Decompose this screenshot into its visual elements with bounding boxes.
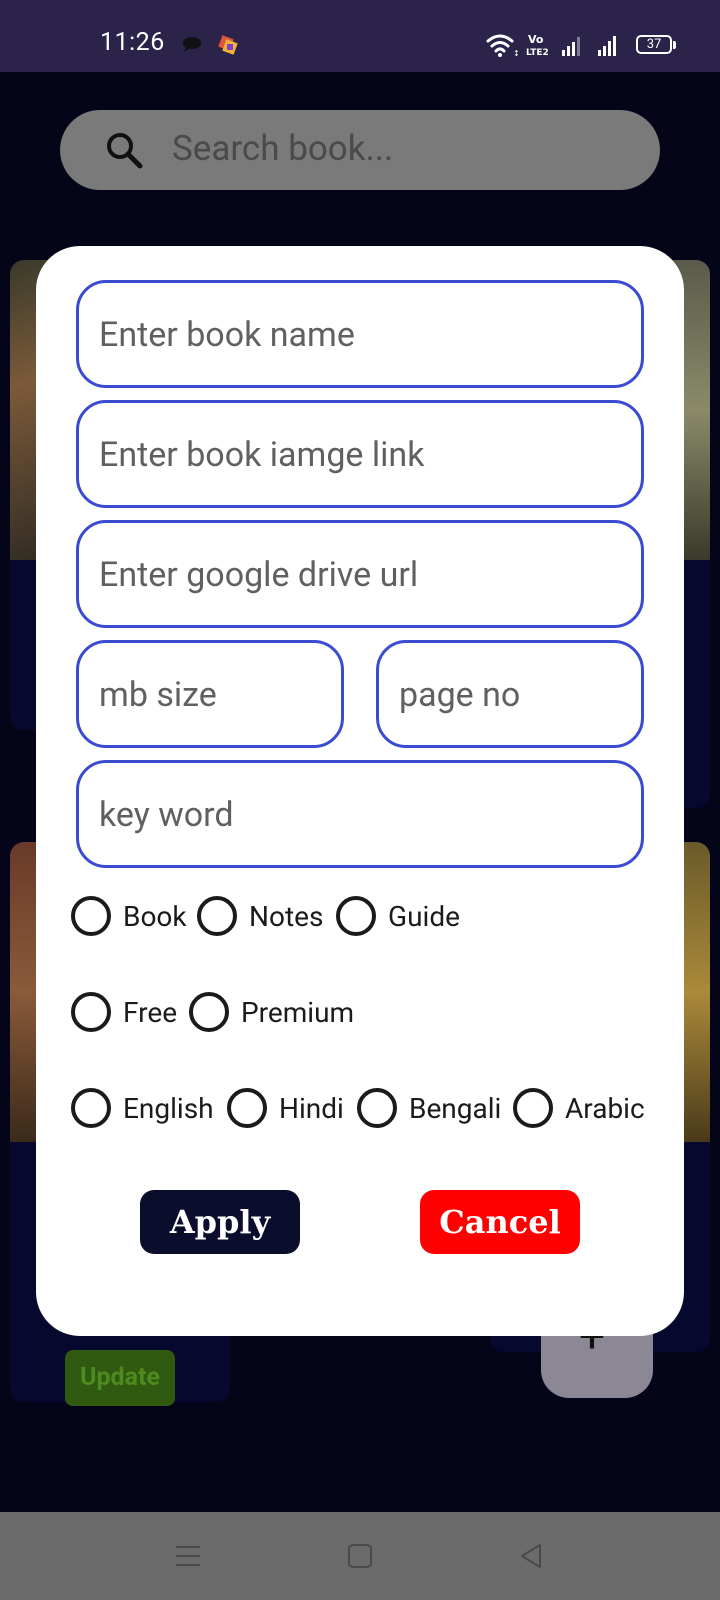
radio-label: Book — [123, 899, 187, 933]
app-notification-icon — [218, 35, 238, 55]
radio-free[interactable]: Free — [71, 988, 177, 1036]
book-name-input[interactable]: Enter book name — [76, 280, 644, 388]
radio-circle — [227, 1088, 267, 1128]
apply-button[interactable]: Apply — [140, 1190, 300, 1254]
volte-icon: Vo LTE2 — [526, 33, 549, 58]
radio-label: Arabic — [565, 1091, 645, 1125]
mb-size-placeholder: mb size — [99, 675, 217, 715]
radio-book[interactable]: Book — [71, 892, 187, 940]
status-bar: 11:26 ↕ Vo LTE2 37 — [0, 0, 720, 72]
radio-label: Guide — [388, 899, 460, 933]
radio-label: Bengali — [409, 1091, 502, 1125]
radio-english[interactable]: English — [71, 1084, 214, 1132]
sync-icon: ↕ — [513, 49, 520, 58]
radio-arabic[interactable]: Arabic — [513, 1084, 645, 1132]
menu-icon[interactable] — [172, 1540, 204, 1572]
svg-text:Vo: Vo — [528, 33, 544, 46]
book-name-placeholder: Enter book name — [99, 315, 355, 355]
page-no-input[interactable]: page no — [376, 640, 644, 748]
add-book-dialog: Enter book name Enter book iamge link En… — [36, 246, 684, 1336]
radio-label: Notes — [249, 899, 324, 933]
radio-circle — [357, 1088, 397, 1128]
drive-url-input[interactable]: Enter google drive url — [76, 520, 644, 628]
svg-text:LTE2: LTE2 — [526, 48, 549, 58]
radio-guide[interactable]: Guide — [336, 892, 460, 940]
key-word-input[interactable]: key word — [76, 760, 644, 868]
radio-label: Premium — [241, 995, 355, 1029]
radio-circle — [336, 896, 376, 936]
radio-notes[interactable]: Notes — [197, 892, 323, 940]
radio-circle — [513, 1088, 553, 1128]
radio-hindi[interactable]: Hindi — [227, 1084, 344, 1132]
system-nav-bar — [0, 1512, 720, 1600]
radio-circle — [197, 896, 237, 936]
search-icon — [107, 133, 143, 169]
update-button[interactable]: Update — [65, 1350, 175, 1406]
radio-circle — [71, 992, 111, 1032]
radio-circle — [71, 1088, 111, 1128]
wifi-icon — [486, 34, 514, 53]
radio-premium[interactable]: Premium — [189, 988, 354, 1036]
radio-label: Free — [123, 995, 178, 1029]
signal-2-icon — [598, 36, 616, 56]
status-time: 11:26 — [100, 28, 165, 57]
home-icon[interactable] — [344, 1540, 376, 1572]
radio-label: English — [123, 1091, 214, 1125]
mb-size-input[interactable]: mb size — [76, 640, 344, 748]
page-no-placeholder: page no — [399, 675, 521, 715]
radio-label: Hindi — [279, 1091, 344, 1125]
key-word-placeholder: key word — [99, 795, 234, 835]
signal-1-icon — [562, 37, 580, 56]
battery-icon: 37 — [636, 35, 676, 54]
drive-url-placeholder: Enter google drive url — [99, 555, 419, 595]
book-image-link-placeholder: Enter book iamge link — [99, 435, 425, 475]
back-icon[interactable] — [516, 1540, 548, 1572]
status-icons: ↕ Vo LTE2 — [486, 33, 616, 58]
book-image-link-input[interactable]: Enter book iamge link — [76, 400, 644, 508]
radio-circle — [71, 896, 111, 936]
search-placeholder: Search book... — [172, 128, 394, 169]
radio-bengali[interactable]: Bengali — [357, 1084, 501, 1132]
search-bar[interactable]: Search book... — [60, 110, 660, 190]
radio-circle — [189, 992, 229, 1032]
chat-bubble-icon — [183, 37, 201, 52]
cancel-button[interactable]: Cancel — [420, 1190, 580, 1254]
